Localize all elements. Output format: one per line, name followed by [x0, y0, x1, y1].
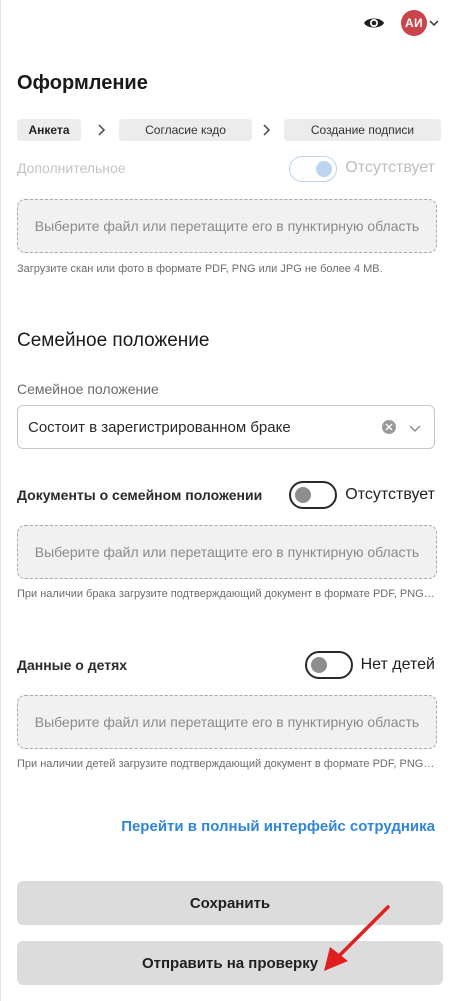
additional-doc-status: Отсутствует [345, 159, 435, 176]
marital-status-select[interactable]: Состоит в зарегистрированном браке [17, 405, 435, 449]
avatar: АИ [401, 10, 427, 36]
eye-icon[interactable] [361, 10, 387, 36]
toggle-knob [316, 161, 332, 177]
page-title: Оформление [17, 72, 148, 94]
marital-field-label: Семейное положение [17, 381, 159, 397]
section-title-marital: Семейное положение [17, 330, 210, 351]
left-border [0, 0, 1, 1001]
marital-status-value: Состоит в зарегистрированном браке [28, 419, 291, 436]
additional-doc-row: Дополнительное Отсутствует [17, 156, 435, 182]
marital-docs-status: Отсутствует [345, 486, 435, 503]
chevron-down-icon[interactable] [408, 421, 422, 435]
step-consent[interactable]: Согласие кэдо [119, 119, 252, 141]
clear-icon[interactable] [382, 420, 396, 434]
chevron-right-icon [98, 124, 106, 136]
toggle-knob [295, 487, 311, 503]
full-interface-link[interactable]: Перейти в полный интерфейс сотрудника [121, 818, 435, 835]
additional-doc-label: Дополнительное [17, 160, 126, 176]
upload-hint-marital: При наличии брака загрузите подтверждающ… [17, 588, 437, 600]
annotation-arrow-icon [324, 905, 390, 971]
top-bar: АИ [361, 8, 439, 38]
marital-docs-row: Документы о семейном положении Отсутству… [17, 481, 435, 509]
children-toggle[interactable] [305, 651, 353, 679]
step-signature[interactable]: Создание подписи [284, 119, 441, 141]
children-label: Данные о детях [17, 657, 128, 673]
file-dropzone-children[interactable]: Выберите файл или перетащите его в пункт… [17, 695, 437, 749]
toggle-knob [311, 657, 327, 673]
file-dropzone-additional[interactable]: Выберите файл или перетащите его в пункт… [17, 199, 437, 253]
chevron-right-icon [263, 124, 271, 136]
additional-doc-toggle[interactable] [289, 156, 337, 182]
upload-hint-children: При наличии детей загрузите подтверждающ… [17, 758, 437, 770]
upload-hint-additional: Загрузите скан или фото в формате PDF, P… [17, 263, 383, 275]
file-dropzone-marital[interactable]: Выберите файл или перетащите его в пункт… [17, 525, 437, 579]
user-menu[interactable]: АИ [401, 10, 439, 36]
marital-docs-toggle[interactable] [289, 481, 337, 509]
chevron-down-icon [429, 20, 439, 27]
children-status: Нет детей [360, 656, 435, 673]
marital-docs-label: Документы о семейном положении [17, 487, 263, 503]
children-row: Данные о детях Нет детей [17, 651, 435, 679]
stepper: Анкета Согласие кэдо Создание подписи [17, 119, 441, 141]
step-anketa[interactable]: Анкета [17, 119, 81, 141]
